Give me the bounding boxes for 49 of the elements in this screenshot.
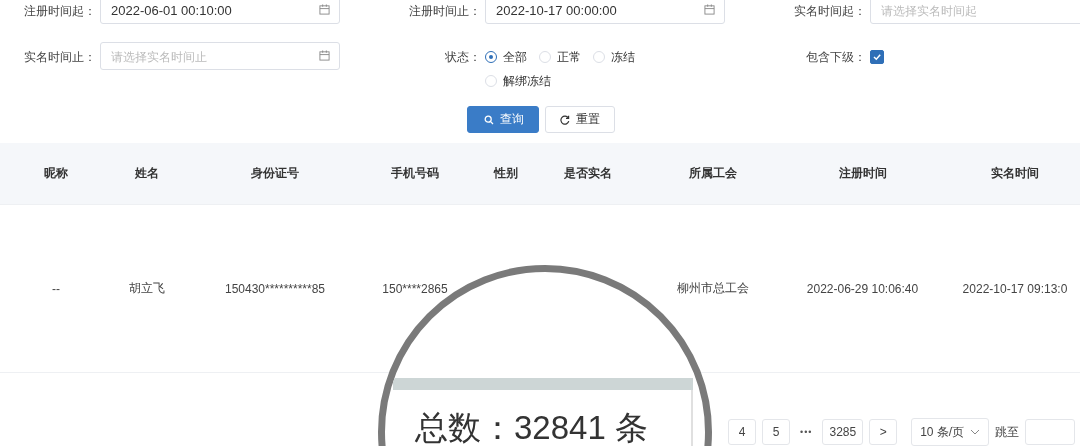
field-label: 注册时间止： xyxy=(409,3,482,20)
search-icon xyxy=(483,114,494,125)
checkbox[interactable] xyxy=(870,50,884,64)
checkmark-icon xyxy=(872,52,882,62)
table-cell: 150****2865 xyxy=(382,281,448,296)
column-header: 所属工会 xyxy=(689,165,737,182)
calendar-icon xyxy=(704,4,715,15)
radio-option[interactable]: 正常 xyxy=(539,48,581,66)
total-count: 总数：32841 条 xyxy=(415,409,648,446)
date-field[interactable]: 请选择实名时间止 xyxy=(100,42,340,70)
column-header: 手机号码 xyxy=(391,165,439,182)
reset-button[interactable]: 重置 xyxy=(544,106,615,133)
column-header: 姓名 xyxy=(135,165,159,182)
page-input[interactable] xyxy=(1025,419,1076,445)
next-page-button[interactable]: > xyxy=(869,419,898,445)
column-header: 是否实名 xyxy=(564,165,612,182)
calendar-icon xyxy=(319,50,330,61)
column-header: 昵称 xyxy=(44,165,68,182)
jump-label: 跳至 xyxy=(995,423,1020,441)
field-label: 包含下级： xyxy=(806,49,867,66)
calendar-icon xyxy=(319,4,330,15)
radio-option[interactable]: 冻结 xyxy=(593,48,635,66)
radio-option[interactable]: 解绑冻结 xyxy=(485,72,551,90)
more-pages[interactable]: ••• xyxy=(796,427,817,437)
page-button[interactable]: 3285 xyxy=(822,419,864,445)
field-label: 实名时间起： xyxy=(794,3,867,20)
column-header: 注册时间 xyxy=(838,165,887,182)
table-cell: -- xyxy=(52,281,60,296)
page-size-select[interactable]: 10 条/页 xyxy=(911,418,990,446)
field-label: 注册时间起： xyxy=(24,3,97,20)
date-field[interactable]: 2022-10-17 00:00:00 xyxy=(485,0,725,24)
page-button[interactable]: 4 xyxy=(728,419,756,445)
table-cell: 柳州市总工会 xyxy=(677,281,749,295)
date-field[interactable]: 请选择实名时间起 xyxy=(870,0,1080,24)
column-header: 实名时间 xyxy=(991,165,1039,182)
radio-option[interactable]: 全部 xyxy=(485,48,527,66)
table-cell: 2022-10-17 09:13:0 xyxy=(962,281,1068,296)
page-button[interactable]: 5 xyxy=(762,419,790,445)
table-cell: 150430**********85 xyxy=(224,281,326,296)
column-header: 身份证号 xyxy=(251,165,299,182)
date-field[interactable]: 2022-06-01 00:10:00 xyxy=(100,0,340,24)
table-cell: 2022-06-29 10:06:40 xyxy=(806,281,919,296)
chevron-down-icon xyxy=(970,429,981,435)
refresh-icon xyxy=(559,114,570,125)
field-label: 实名时间止： xyxy=(24,49,97,66)
search-button[interactable]: 查询 xyxy=(466,106,539,133)
column-header: 性别 xyxy=(494,165,518,182)
field-label: 状态： xyxy=(445,49,482,66)
table-cell: 胡立飞 xyxy=(129,281,165,295)
